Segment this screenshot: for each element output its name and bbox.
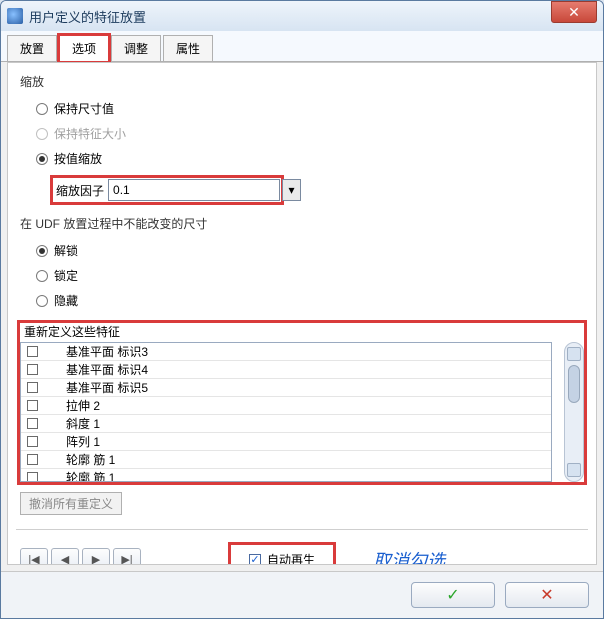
radio-keep-dim[interactable]: 保持尺寸值 xyxy=(36,100,584,117)
dialog-window: 用户定义的特征放置 ✕ 放置 选项 调整 属性 缩放 保持尺寸值 保持特征大小 … xyxy=(0,0,604,619)
radio-lock[interactable]: 锁定 xyxy=(36,267,584,284)
checkbox-icon[interactable] xyxy=(27,382,38,393)
checkbox-icon[interactable] xyxy=(27,364,38,375)
auto-regen-label: 自动再生 xyxy=(267,551,315,565)
undo-all-button[interactable]: 撤消所有重定义 xyxy=(20,492,122,515)
radio-icon xyxy=(36,128,48,140)
checkbox-icon[interactable] xyxy=(27,454,38,465)
first-button[interactable]: |◀ xyxy=(20,548,48,566)
list-item[interactable]: 基准平面 标识3 xyxy=(21,343,551,361)
auto-regen-checkbox[interactable]: ✓ 自动再生 xyxy=(231,545,333,565)
annotation-text: 取消勾选 xyxy=(373,547,445,566)
close-button[interactable]: ✕ xyxy=(551,1,597,23)
radio-icon xyxy=(36,295,48,307)
scale-factor-dropdown[interactable]: ▾ xyxy=(282,179,301,201)
prev-button[interactable]: ◀ xyxy=(51,548,79,566)
options-pane: 缩放 保持尺寸值 保持特征大小 按值缩放 缩放因子 ▾ 在 UDF 放置过程 xyxy=(7,62,597,565)
check-icon: ✓ xyxy=(446,585,459,605)
radio-unlock[interactable]: 解锁 xyxy=(36,242,584,259)
tab-adjust[interactable]: 调整 xyxy=(111,35,161,61)
scroll-up-icon[interactable] xyxy=(567,347,581,361)
checkbox-icon[interactable] xyxy=(27,346,38,357)
scroll-thumb[interactable] xyxy=(568,365,580,403)
radio-icon xyxy=(36,153,48,165)
list-item[interactable]: 基准平面 标识5 xyxy=(21,379,551,397)
chevron-down-icon: ▾ xyxy=(282,180,300,200)
list-item[interactable]: 基准平面 标识4 xyxy=(21,361,551,379)
next-icon: ▶ xyxy=(92,553,100,565)
redefine-label: 重新定义这些特征 xyxy=(24,323,584,340)
ok-button[interactable]: ✓ xyxy=(411,582,495,608)
scale-factor-label: 缩放因子 xyxy=(52,182,108,199)
nav-buttons: |◀ ◀ ▶ ▶| xyxy=(20,548,141,566)
next-button[interactable]: ▶ xyxy=(82,548,110,566)
checkbox-icon[interactable] xyxy=(27,472,38,482)
list-item[interactable]: 轮廓 筋 1 xyxy=(21,469,551,482)
close-icon: ✕ xyxy=(568,4,580,21)
scale-factor-combo[interactable] xyxy=(108,179,280,201)
feature-list[interactable]: 基准平面 标识3 基准平面 标识4 基准平面 标识5 拉伸 2 斜度 1 阵列 … xyxy=(20,342,552,482)
scale-factor-input[interactable] xyxy=(109,180,279,200)
tab-options[interactable]: 选项 xyxy=(59,35,109,62)
prev-icon: ◀ xyxy=(61,553,69,565)
list-item[interactable]: 拉伸 2 xyxy=(21,397,551,415)
app-icon xyxy=(7,8,23,24)
scale-factor-highlight: 缩放因子 xyxy=(52,177,282,203)
list-item[interactable]: 轮廓 筋 1 xyxy=(21,451,551,469)
radio-keep-feat: 保持特征大小 xyxy=(36,125,584,142)
radio-icon xyxy=(36,270,48,282)
radio-hide[interactable]: 隐藏 xyxy=(36,292,584,309)
tab-properties[interactable]: 属性 xyxy=(163,35,213,61)
titlebar[interactable]: 用户定义的特征放置 ✕ xyxy=(1,1,603,31)
window-title: 用户定义的特征放置 xyxy=(29,7,551,26)
list-item[interactable]: 斜度 1 xyxy=(21,415,551,433)
scale-group-label: 缩放 xyxy=(20,73,584,90)
scrollbar[interactable] xyxy=(564,342,584,482)
tab-bar: 放置 选项 调整 属性 xyxy=(1,31,603,62)
cancel-button[interactable]: ✕ xyxy=(505,582,589,608)
radio-icon xyxy=(36,103,48,115)
first-icon: |◀ xyxy=(28,553,39,565)
udf-lock-label: 在 UDF 放置过程中不能改变的尺寸 xyxy=(20,215,584,232)
checkbox-icon[interactable] xyxy=(27,436,38,447)
tab-place[interactable]: 放置 xyxy=(7,35,57,61)
dialog-footer: ✓ ✕ xyxy=(1,571,603,618)
radio-by-value[interactable]: 按值缩放 xyxy=(36,150,584,167)
redefine-highlight: 重新定义这些特征 基准平面 标识3 基准平面 标识4 基准平面 标识5 拉伸 2… xyxy=(20,323,584,482)
last-icon: ▶| xyxy=(121,553,132,565)
checkbox-icon[interactable] xyxy=(27,400,38,411)
cross-icon: ✕ xyxy=(540,585,553,605)
last-button[interactable]: ▶| xyxy=(113,548,141,566)
scroll-down-icon[interactable] xyxy=(567,463,581,477)
radio-icon xyxy=(36,245,48,257)
list-item[interactable]: 阵列 1 xyxy=(21,433,551,451)
divider xyxy=(16,529,588,531)
checkbox-icon[interactable] xyxy=(27,418,38,429)
checkbox-icon: ✓ xyxy=(249,554,261,566)
